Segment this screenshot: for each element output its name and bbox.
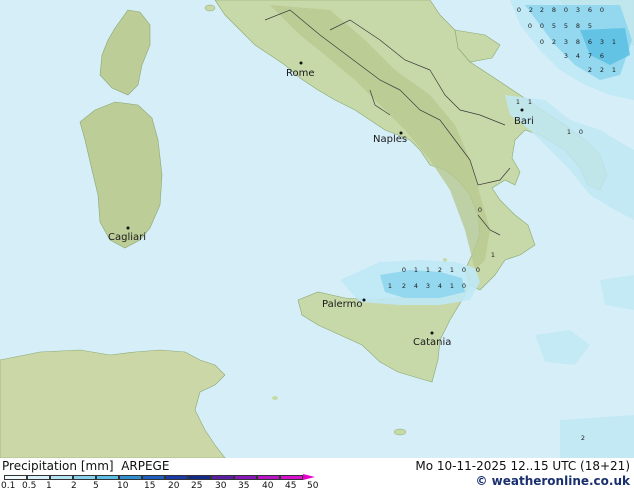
city-label-rome: Rome <box>286 68 315 79</box>
precip-value: 4 <box>414 282 418 290</box>
precip-value: 0 <box>478 206 482 214</box>
precip-value: 0 <box>476 266 480 274</box>
precip-value: 0 <box>564 6 568 14</box>
legend-overflow-arrow <box>303 474 315 480</box>
precip-value: 1 <box>567 128 571 136</box>
precip-value: 0 <box>579 128 583 136</box>
precip-value: 2 <box>540 6 544 14</box>
forecast-datetime: Mo 10-11-2025 12..15 UTC (18+21) <box>415 459 630 473</box>
precip-east-ionian <box>600 275 634 310</box>
city-palermo[interactable]: Palermo <box>322 298 366 311</box>
precip-value: 4 <box>576 52 580 60</box>
precip-value: 1 <box>450 266 454 274</box>
precip-value: 3 <box>564 38 568 46</box>
map-area: 0228036000558502386313476221111001011210… <box>0 0 634 458</box>
precip-value: 1 <box>516 98 520 106</box>
precip-value: 0 <box>540 38 544 46</box>
precip-value: 0 <box>540 22 544 30</box>
legend-swatch <box>165 475 188 480</box>
precip-value: 7 <box>588 52 592 60</box>
legend-swatch <box>142 475 165 480</box>
legend-swatch <box>280 475 303 480</box>
malta <box>393 428 407 436</box>
precip-value: 0 <box>402 266 406 274</box>
precip-southeast <box>560 415 634 458</box>
precip-value: 3 <box>426 282 430 290</box>
precip-value: 0 <box>528 22 532 30</box>
precip-value: 0 <box>517 6 521 14</box>
legend-color-bar <box>4 474 315 480</box>
tunisia <box>0 349 226 458</box>
precip-value: 2 <box>438 266 442 274</box>
legend-swatch <box>27 475 50 480</box>
precip-value: 8 <box>576 22 580 30</box>
legend-swatch <box>234 475 257 480</box>
precip-value: 5 <box>588 22 592 30</box>
pantelleria <box>272 396 278 400</box>
precip-value: 3 <box>600 38 604 46</box>
legend-swatch <box>50 475 73 480</box>
legend-swatch <box>96 475 119 480</box>
legend-title: Precipitation [mm] ARPEGE <box>2 459 170 473</box>
city-label-catania: Catania <box>413 337 451 348</box>
legend-swatch <box>4 475 27 480</box>
precip-value: 2 <box>588 66 592 74</box>
precip-value: 1 <box>426 266 430 274</box>
precip-value: 1 <box>612 38 616 46</box>
precip-value: 3 <box>576 6 580 14</box>
legend-swatch <box>73 475 96 480</box>
city-label-cagliari: Cagliari <box>108 232 146 243</box>
city-label-palermo: Palermo <box>322 299 362 310</box>
precip-value: 2 <box>600 66 604 74</box>
precip-value: 0 <box>462 282 466 290</box>
city-label-bari: Bari <box>514 116 534 127</box>
precip-value: 5 <box>564 22 568 30</box>
legend-swatch <box>119 475 142 480</box>
precip-value: 5 <box>552 22 556 30</box>
precip-value: 6 <box>588 38 592 46</box>
precip-value: 2 <box>529 6 533 14</box>
precip-value: 4 <box>438 282 442 290</box>
precip-value: 8 <box>552 6 556 14</box>
map-footer: Precipitation [mm] ARPEGE Mo 10-11-2025 … <box>0 458 634 491</box>
precip-value: 1 <box>491 251 495 259</box>
precip-value: 0 <box>462 266 466 274</box>
precip-value: 1 <box>612 66 616 74</box>
legend-swatch <box>257 475 280 480</box>
precip-value: 2 <box>402 282 406 290</box>
precip-value: 1 <box>528 98 532 106</box>
precip-value: 6 <box>588 6 592 14</box>
legend-swatch <box>188 475 211 480</box>
precip-value: 1 <box>450 282 454 290</box>
legend-swatch <box>211 475 234 480</box>
precip-value: 1 <box>388 282 392 290</box>
precip-value: 2 <box>552 38 556 46</box>
precip-value: 3 <box>564 52 568 60</box>
precip-value: 0 <box>600 6 604 14</box>
site-credit[interactable]: © weatheronline.co.uk <box>475 474 630 488</box>
precip-value: 8 <box>576 38 580 46</box>
city-naples[interactable]: Naples <box>373 131 407 146</box>
precip-value: 2 <box>581 434 585 442</box>
precipitation-map: 0 2 2 8 0 3 6 00 0 5 5 8 50 2 3 8 6 3 13 4 7 62 2 11 11 0010 1 1 2 1 0… <box>0 0 634 458</box>
city-label-naples: Naples <box>373 134 407 145</box>
precip-value: 6 <box>600 52 604 60</box>
precip-value: 1 <box>414 266 418 274</box>
elba-island <box>204 4 216 12</box>
